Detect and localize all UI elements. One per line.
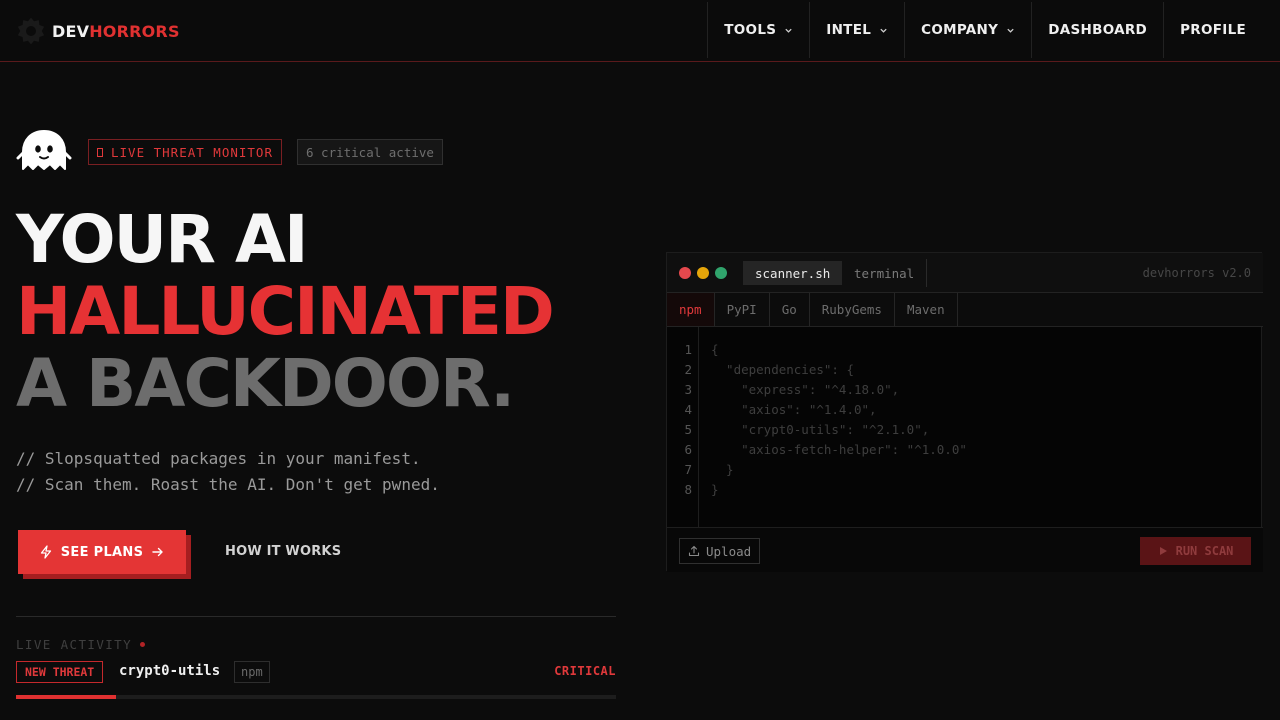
- run-scan-button[interactable]: RUN SCAN: [1140, 537, 1251, 565]
- nav-item-label: INTEL: [826, 22, 872, 38]
- terminal-actions: Upload RUN SCAN: [667, 527, 1263, 572]
- top-navbar: DEVHORRORS TOOLS INTEL COMPANY DASHBOARD…: [0, 0, 1280, 62]
- window-maximize-dot[interactable]: [715, 267, 727, 279]
- headline-line-3: A BACKDOOR.: [16, 345, 515, 422]
- code-line: "crypt0-utils": "^2.1.0",: [711, 422, 930, 437]
- code-line: }: [711, 482, 719, 497]
- upload-icon: [688, 545, 700, 557]
- line-number: 8: [684, 482, 692, 497]
- brand-name-dev: DEV: [52, 21, 90, 41]
- nav-item-tools[interactable]: TOOLS: [707, 2, 809, 58]
- threat-severity: CRITICAL: [554, 664, 616, 678]
- live-indicator-dot: [140, 642, 146, 647]
- activity-progress-bar: [16, 695, 616, 699]
- ghost-icon: [16, 130, 72, 170]
- tagline-line-1: // Slopsquatted packages in your manifes…: [16, 449, 421, 468]
- line-number: 2: [684, 362, 692, 377]
- window-close-dot[interactable]: [679, 267, 691, 279]
- activity-progress-fill: [16, 695, 117, 699]
- tab-terminal[interactable]: terminal: [842, 259, 928, 287]
- ecosystem-tabs: npm PyPI Go RubyGems Maven: [667, 293, 1263, 327]
- tab-pypi[interactable]: PyPI: [715, 293, 770, 326]
- upload-button[interactable]: Upload: [679, 538, 761, 564]
- nav-item-intel[interactable]: INTEL: [809, 2, 904, 58]
- brand-logo[interactable]: DEVHORRORS: [18, 15, 180, 47]
- how-it-works-link[interactable]: HOW IT WORKS: [225, 544, 341, 559]
- new-threat-tag: NEW THREAT: [16, 661, 104, 683]
- play-icon: [1159, 547, 1167, 555]
- line-number-gutter: 1 2 3 4 5 6 7 8: [667, 327, 699, 527]
- threat-package-name[interactable]: crypt0-utils: [119, 663, 220, 679]
- lightning-icon: [40, 545, 51, 559]
- nav-item-label: PROFILE: [1180, 22, 1246, 38]
- live-activity-label: LIVE ACTIVITY: [16, 637, 133, 652]
- brand-name-horrors: HORRORS: [89, 21, 180, 41]
- window-minimize-dot[interactable]: [697, 267, 709, 279]
- monitor-icon: [97, 147, 103, 157]
- upload-label: Upload: [706, 543, 752, 559]
- manifest-editor[interactable]: 1 2 3 4 5 6 7 8 { "dependencies": { "exp…: [667, 327, 1263, 527]
- tab-npm[interactable]: npm: [667, 293, 715, 326]
- code-line: }: [711, 462, 734, 477]
- line-number: 4: [684, 402, 692, 417]
- nav-item-label: COMPANY: [921, 22, 999, 38]
- line-number: 1: [684, 342, 692, 357]
- nav-item-label: TOOLS: [724, 22, 777, 38]
- tagline-line-2: // Scan them. Roast the AI. Don't get pw…: [16, 475, 440, 494]
- nav-item-company[interactable]: COMPANY: [904, 2, 1031, 58]
- run-scan-label: RUN SCAN: [1175, 544, 1234, 558]
- critical-count-badge: 6 critical active: [297, 139, 443, 165]
- code-line: "axios": "^1.4.0",: [711, 402, 877, 417]
- code-line: {: [711, 342, 719, 357]
- tab-go[interactable]: Go: [770, 293, 810, 326]
- line-number: 5: [684, 422, 692, 437]
- nav-item-dashboard[interactable]: DASHBOARD: [1031, 2, 1163, 58]
- live-activity-heading: LIVE ACTIVITY: [16, 637, 146, 652]
- tab-rubygems[interactable]: RubyGems: [810, 293, 895, 326]
- line-number: 7: [684, 462, 692, 477]
- tab-scanner-sh[interactable]: scanner.sh: [743, 261, 843, 285]
- arrow-right-icon: [152, 547, 163, 557]
- hero-tagline: // Slopsquatted packages in your manifes…: [16, 446, 440, 498]
- section-divider: [16, 616, 616, 617]
- see-plans-label: SEE PLANS: [60, 544, 144, 560]
- bug-icon: [18, 18, 44, 44]
- chevron-down-icon: [785, 28, 792, 33]
- headline-line-1: YOUR AI: [16, 201, 309, 278]
- see-plans-button[interactable]: SEE PLANS: [18, 530, 186, 574]
- scanner-terminal: scanner.sh terminal devhorrors v2.0 npm …: [666, 252, 1263, 572]
- chevron-down-icon: [1007, 28, 1014, 33]
- line-number: 6: [684, 442, 692, 457]
- brand-name: DEVHORRORS: [52, 22, 180, 41]
- line-number: 3: [684, 382, 692, 397]
- hero-headline: YOUR AI HALLUCINATED A BACKDOOR.: [16, 201, 555, 422]
- threat-ecosystem-badge: npm: [234, 661, 270, 683]
- terminal-titlebar: scanner.sh terminal devhorrors v2.0: [667, 253, 1263, 293]
- code-line: "axios-fetch-helper": "^1.0.0": [711, 442, 967, 457]
- terminal-version: devhorrors v2.0: [1142, 266, 1251, 280]
- headline-line-2: HALLUCINATED: [16, 273, 555, 350]
- nav-menu: TOOLS INTEL COMPANY DASHBOARD PROFILE: [707, 2, 1262, 58]
- tab-maven[interactable]: Maven: [895, 293, 958, 326]
- live-threat-label: LIVE THREAT MONITOR: [111, 144, 273, 160]
- chevron-down-icon: [880, 28, 887, 33]
- code-line: "dependencies": {: [711, 362, 854, 377]
- code-line: "express": "^4.18.0",: [711, 382, 900, 397]
- live-threat-badge: LIVE THREAT MONITOR: [88, 139, 282, 165]
- nav-item-profile[interactable]: PROFILE: [1163, 2, 1262, 58]
- nav-item-label: DASHBOARD: [1048, 22, 1148, 38]
